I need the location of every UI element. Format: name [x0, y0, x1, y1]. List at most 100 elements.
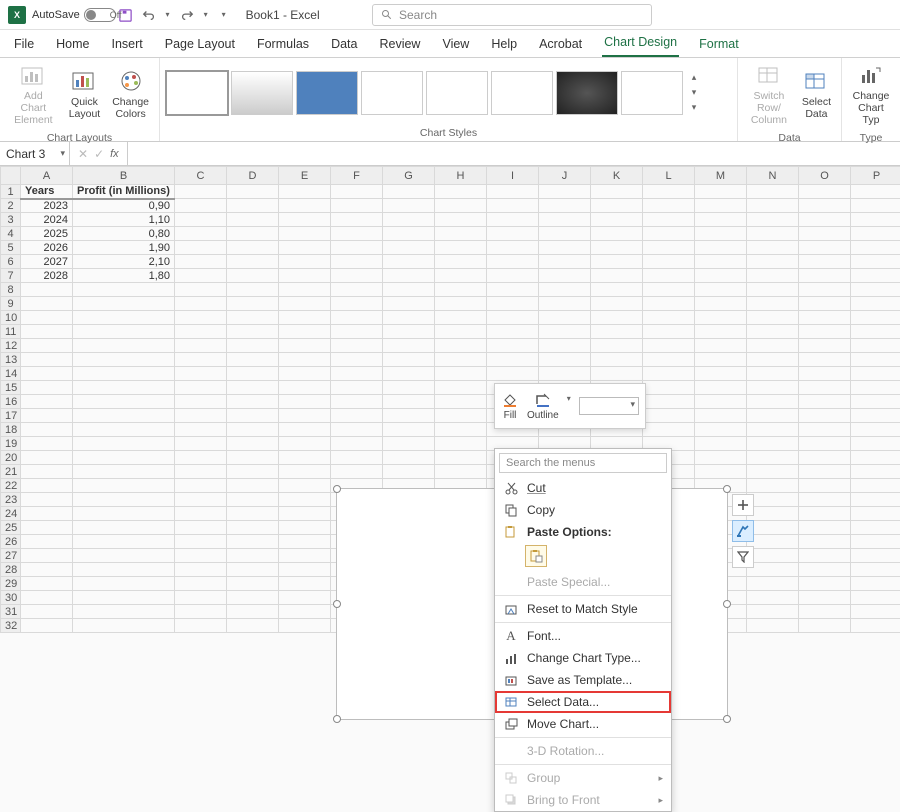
cell[interactable]: [695, 269, 747, 283]
cell[interactable]: [643, 381, 695, 395]
cell[interactable]: [799, 227, 851, 241]
row-header[interactable]: 21: [1, 465, 21, 479]
cell[interactable]: [435, 395, 487, 409]
row-header[interactable]: 17: [1, 409, 21, 423]
cell[interactable]: [21, 591, 73, 605]
cell[interactable]: [175, 283, 227, 297]
row-header[interactable]: 18: [1, 423, 21, 437]
cell[interactable]: [851, 227, 900, 241]
cell[interactable]: [799, 297, 851, 311]
cell[interactable]: [73, 409, 175, 423]
cell[interactable]: [643, 311, 695, 325]
cell[interactable]: [383, 199, 435, 213]
cell[interactable]: [643, 395, 695, 409]
cell[interactable]: [487, 353, 539, 367]
cell[interactable]: [21, 367, 73, 381]
row-header[interactable]: 15: [1, 381, 21, 395]
row-header[interactable]: 13: [1, 353, 21, 367]
cell[interactable]: [383, 241, 435, 255]
cell[interactable]: [539, 339, 591, 353]
cell[interactable]: [331, 465, 383, 479]
cell[interactable]: [21, 311, 73, 325]
cell[interactable]: Years: [21, 185, 73, 199]
cell[interactable]: [435, 381, 487, 395]
cell[interactable]: [73, 591, 175, 605]
cell[interactable]: [539, 199, 591, 213]
cell[interactable]: [851, 269, 900, 283]
cell[interactable]: [279, 395, 331, 409]
cell[interactable]: [851, 367, 900, 381]
cell[interactable]: [227, 577, 279, 591]
cell[interactable]: [747, 199, 799, 213]
cell[interactable]: [747, 213, 799, 227]
cell[interactable]: [747, 241, 799, 255]
cell[interactable]: [331, 185, 383, 199]
column-header[interactable]: C: [175, 167, 227, 185]
cell[interactable]: [695, 283, 747, 297]
add-chart-element-button[interactable]: Add Chart Element: [6, 62, 61, 128]
cell[interactable]: [383, 451, 435, 465]
column-header[interactable]: N: [747, 167, 799, 185]
cell[interactable]: [331, 409, 383, 423]
cell[interactable]: [331, 213, 383, 227]
chart-style-6[interactable]: [491, 71, 553, 115]
cell[interactable]: [73, 437, 175, 451]
cell[interactable]: [279, 227, 331, 241]
cell[interactable]: [695, 213, 747, 227]
cell[interactable]: [279, 549, 331, 563]
cell[interactable]: [799, 311, 851, 325]
switch-row-column-button[interactable]: Switch Row/ Column: [744, 62, 794, 128]
cell[interactable]: [175, 423, 227, 437]
cell[interactable]: [591, 353, 643, 367]
cell[interactable]: [21, 577, 73, 591]
cell[interactable]: [539, 367, 591, 381]
cell[interactable]: [227, 591, 279, 605]
cell[interactable]: [435, 185, 487, 199]
cell[interactable]: [539, 213, 591, 227]
cell[interactable]: [73, 619, 175, 633]
cell[interactable]: [747, 381, 799, 395]
cell[interactable]: [227, 423, 279, 437]
cell[interactable]: [747, 479, 799, 493]
cell[interactable]: [799, 437, 851, 451]
cell[interactable]: [799, 577, 851, 591]
tab-help[interactable]: Help: [489, 33, 519, 57]
cell[interactable]: [487, 241, 539, 255]
cell[interactable]: [73, 507, 175, 521]
outline-button[interactable]: Outline: [527, 392, 559, 421]
cell[interactable]: [227, 479, 279, 493]
column-header[interactable]: A: [21, 167, 73, 185]
cell[interactable]: [175, 507, 227, 521]
formula-input[interactable]: [128, 142, 900, 165]
cell[interactable]: [799, 563, 851, 577]
menu-select-data[interactable]: Select Data...: [495, 691, 671, 713]
cell[interactable]: [73, 339, 175, 353]
cell[interactable]: [227, 465, 279, 479]
cell[interactable]: [227, 325, 279, 339]
fx-icon[interactable]: fx: [110, 148, 119, 160]
cell[interactable]: [21, 619, 73, 633]
cell[interactable]: [747, 437, 799, 451]
cell[interactable]: [851, 423, 900, 437]
cell[interactable]: [435, 297, 487, 311]
cell[interactable]: [851, 563, 900, 577]
cell[interactable]: [851, 395, 900, 409]
cell[interactable]: [175, 297, 227, 311]
cell[interactable]: [175, 311, 227, 325]
tab-review[interactable]: Review: [377, 33, 422, 57]
resize-handle[interactable]: [723, 485, 731, 493]
cell[interactable]: [331, 241, 383, 255]
cell[interactable]: [331, 451, 383, 465]
cell[interactable]: [643, 185, 695, 199]
cell[interactable]: [591, 241, 643, 255]
cell[interactable]: [851, 493, 900, 507]
cell[interactable]: [747, 605, 799, 619]
cell[interactable]: [851, 339, 900, 353]
cell[interactable]: [331, 339, 383, 353]
cell[interactable]: [175, 325, 227, 339]
chart-elements-button[interactable]: [732, 494, 754, 516]
cell[interactable]: [799, 269, 851, 283]
cell[interactable]: [331, 395, 383, 409]
cell[interactable]: [227, 227, 279, 241]
cell[interactable]: [851, 185, 900, 199]
